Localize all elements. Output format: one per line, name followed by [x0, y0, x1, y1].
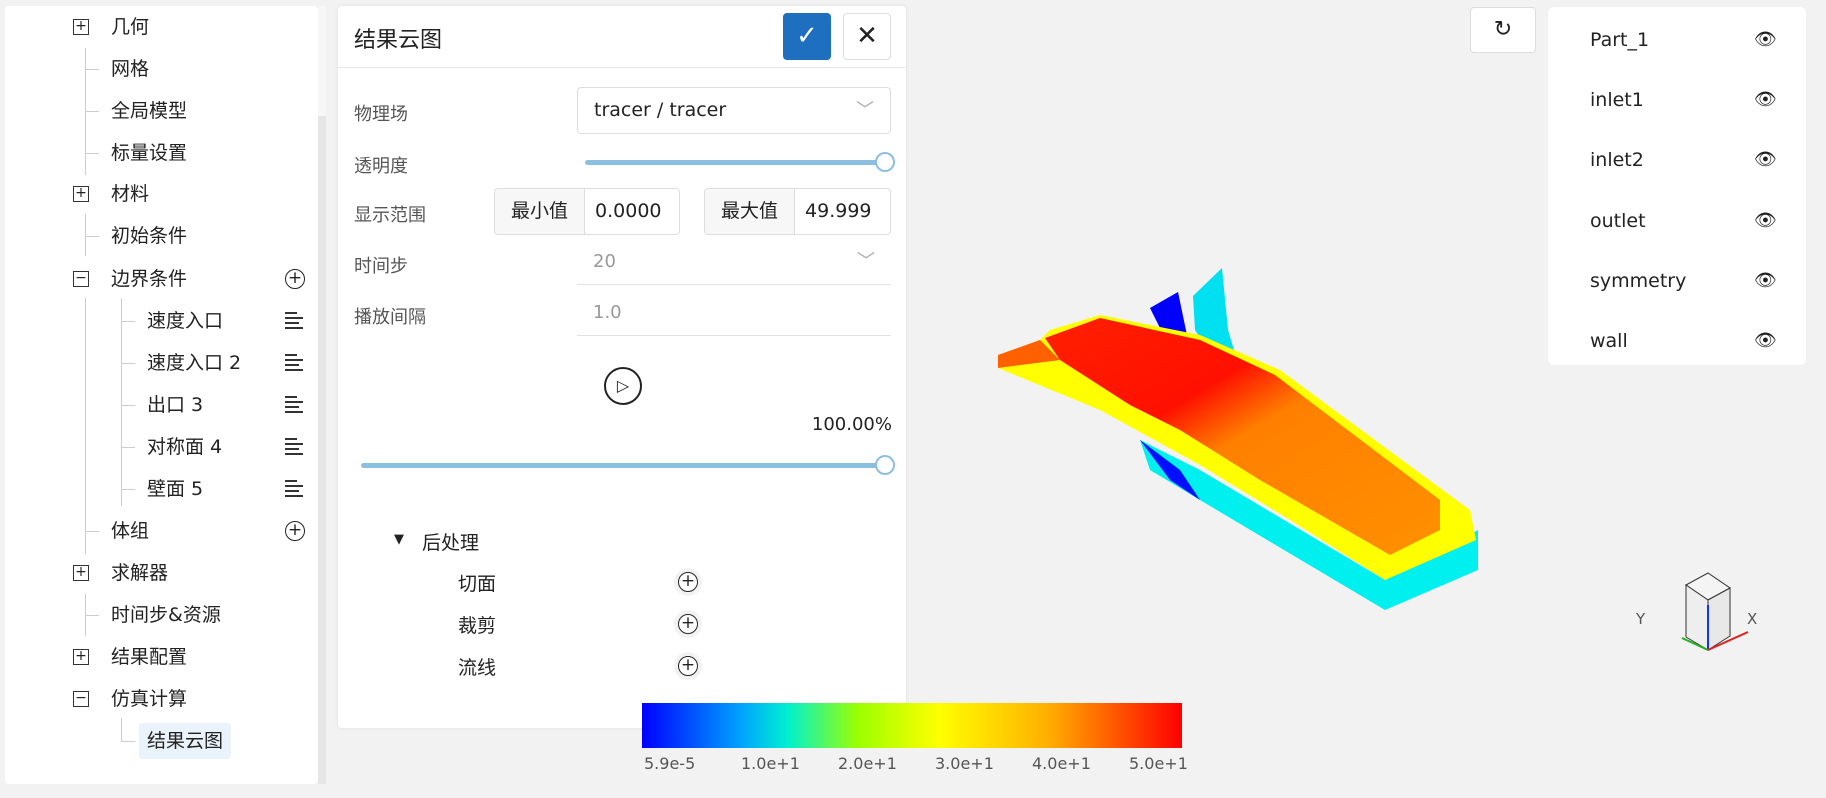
colorbar-tick-label: 3.0e+1 [935, 754, 994, 773]
eye-icon[interactable]: 👁 [1754, 149, 1777, 170]
part-visibility-panel: Part_1 👁 inlet1 👁 inlet2 👁 outlet 👁 symmetry 👁 wal… [1548, 7, 1806, 365]
axis-orientation-cube[interactable]: X Y [1630, 570, 1760, 670]
colorbar-tick-label: 1.0e+1 [741, 754, 800, 773]
refresh-icon: ↻ [1493, 17, 1513, 42]
part-name: Part_1 [1590, 29, 1650, 51]
y-axis-label: Y [1636, 610, 1646, 628]
eye-icon[interactable]: 👁 [1754, 89, 1777, 110]
part-name: wall [1590, 330, 1628, 352]
colorbar-tick-label: 4.0e+1 [1032, 754, 1091, 773]
reset-view-button[interactable]: ↻ [1470, 7, 1536, 53]
eye-icon[interactable]: 👁 [1754, 29, 1777, 50]
eye-icon[interactable]: 👁 [1754, 270, 1777, 291]
eye-icon[interactable]: 👁 [1754, 330, 1777, 351]
colorbar-tick-label: 2.0e+1 [838, 754, 897, 773]
eye-icon[interactable]: 👁 [1754, 210, 1777, 231]
part-name: symmetry [1590, 269, 1687, 292]
x-axis-label: X [1747, 610, 1758, 628]
part-name: outlet [1590, 209, 1646, 232]
colorbar-tick-label: 5.0e+1 [1129, 754, 1188, 773]
part-name: inlet1 [1590, 89, 1644, 112]
part-name: inlet2 [1590, 149, 1644, 172]
colorbar [642, 703, 1182, 748]
colorbar-tick-label: 5.9e-5 [644, 754, 696, 773]
